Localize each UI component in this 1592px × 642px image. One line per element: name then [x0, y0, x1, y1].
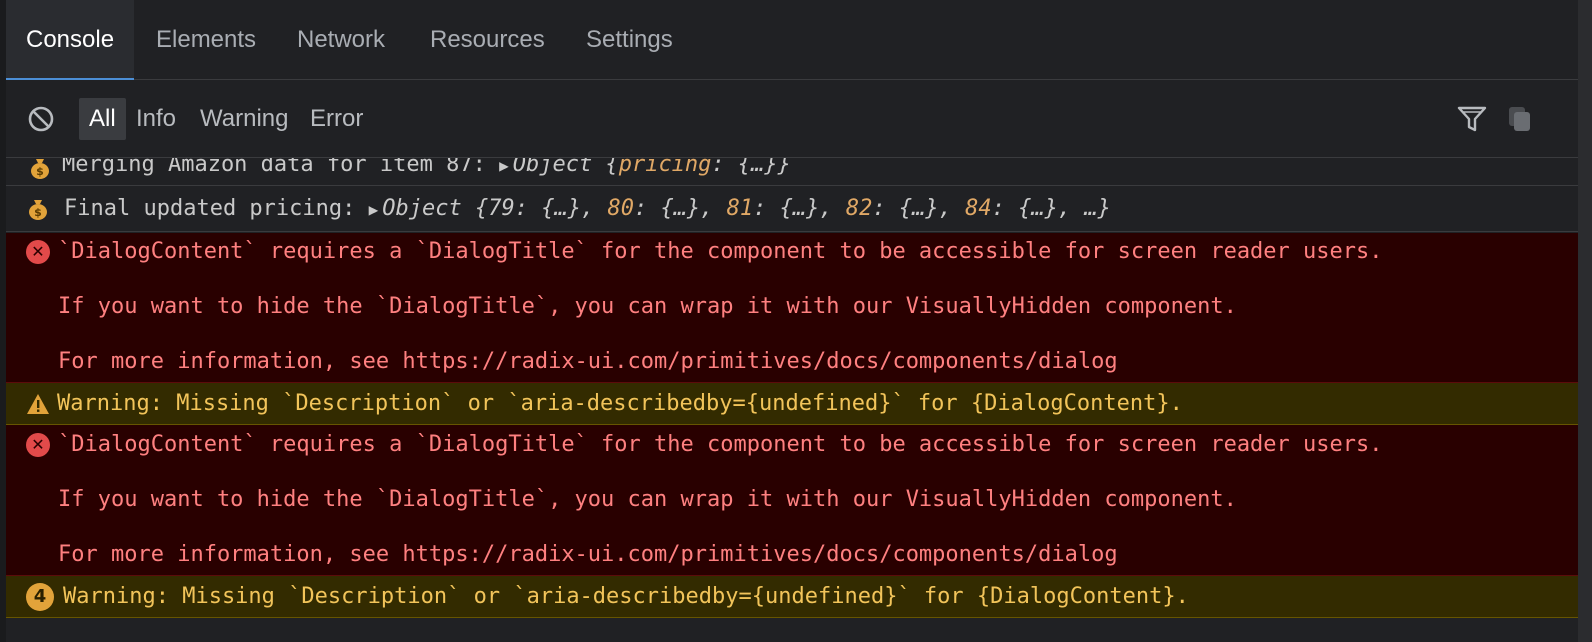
object-value: : {…}, — [753, 196, 846, 221]
error-line-3[interactable]: For more information, see https://radix-… — [58, 542, 1118, 567]
tab-network[interactable]: Network — [277, 0, 405, 80]
filter-warning[interactable]: Warning — [190, 98, 298, 140]
error-icon: ✕ — [26, 240, 50, 264]
clear-console-icon[interactable] — [26, 104, 56, 134]
error-row-dialog-title: ✕ `DialogContent` requires a `DialogTitl… — [6, 233, 1578, 383]
filter-error[interactable]: Error — [300, 98, 373, 140]
console-output: $ Merging Amazon data for item 87: ▶ Obje… — [6, 158, 1578, 642]
object-key: 82 — [845, 196, 873, 221]
error-line-2: If you want to hide the `DialogTitle`, y… — [58, 487, 1237, 512]
filter-all[interactable]: All — [79, 98, 126, 140]
warning-text: Warning: Missing `Description` or `aria-… — [63, 584, 1189, 609]
object-preview[interactable]: Object { — [513, 158, 619, 177]
error-line-1: `DialogContent` requires a `DialogTitle`… — [58, 432, 1383, 457]
object-rest: : {…}} — [711, 158, 791, 177]
warning-row-description-repeated: 4 Warning: Missing `Description` or `ari… — [6, 576, 1578, 618]
error-icon: ✕ — [26, 433, 50, 457]
tab-console[interactable]: Console — [6, 0, 135, 81]
log-text: Final updated pricing: — [64, 196, 369, 221]
scrollbar-track[interactable] — [1578, 0, 1592, 642]
expand-triangle-icon[interactable]: ▶ — [499, 158, 509, 175]
object-key: 84 — [965, 196, 992, 221]
svg-text:$: $ — [34, 206, 42, 219]
error-line-3[interactable]: For more information, see https://radix-… — [58, 349, 1118, 374]
object-preview[interactable]: Object {79: {…}, — [382, 196, 607, 221]
object-value: : {…}, …} — [991, 196, 1111, 221]
svg-text:$: $ — [36, 165, 44, 178]
tab-bar: Console Elements Network Resources Setti… — [6, 0, 1578, 81]
money-bag-icon: $ — [31, 159, 49, 179]
warning-icon — [27, 394, 49, 414]
expand-triangle-icon[interactable]: ▶ — [369, 200, 379, 219]
repeat-count-badge: 4 — [26, 583, 54, 611]
filter-info[interactable]: Info — [126, 98, 186, 140]
object-key: 80 — [607, 196, 634, 221]
money-bag-icon: $ — [29, 200, 47, 220]
error-line-2: If you want to hide the `DialogTitle`, y… — [58, 294, 1237, 319]
object-key: 81 — [726, 196, 754, 221]
warning-text: Warning: Missing `Description` or `aria-… — [57, 391, 1183, 416]
copy-icon[interactable] — [1506, 104, 1534, 134]
object-value: : {…}, — [872, 196, 966, 221]
log-text: Merging Amazon data for item 87: — [62, 158, 500, 177]
log-row-merge: $ Merging Amazon data for item 87: ▶ Obje… — [6, 158, 1578, 186]
filter-icon[interactable] — [1456, 104, 1488, 134]
log-row-final-pricing: $ Final updated pricing: ▶ Object {79: {…… — [6, 187, 1578, 232]
tab-elements[interactable]: Elements — [136, 0, 276, 80]
tab-resources[interactable]: Resources — [410, 0, 565, 80]
devtools-panel: Console Elements Network Resources Setti… — [6, 0, 1578, 642]
object-value: : {…}, — [633, 196, 727, 221]
warning-row-description: Warning: Missing `Description` or `aria-… — [6, 383, 1578, 425]
tab-settings[interactable]: Settings — [566, 0, 693, 80]
error-row-dialog-title: ✕ `DialogContent` requires a `DialogTitl… — [6, 425, 1578, 576]
console-empty-area — [6, 618, 1578, 642]
error-line-1: `DialogContent` requires a `DialogTitle`… — [58, 239, 1383, 264]
object-key: pricing — [618, 158, 712, 177]
